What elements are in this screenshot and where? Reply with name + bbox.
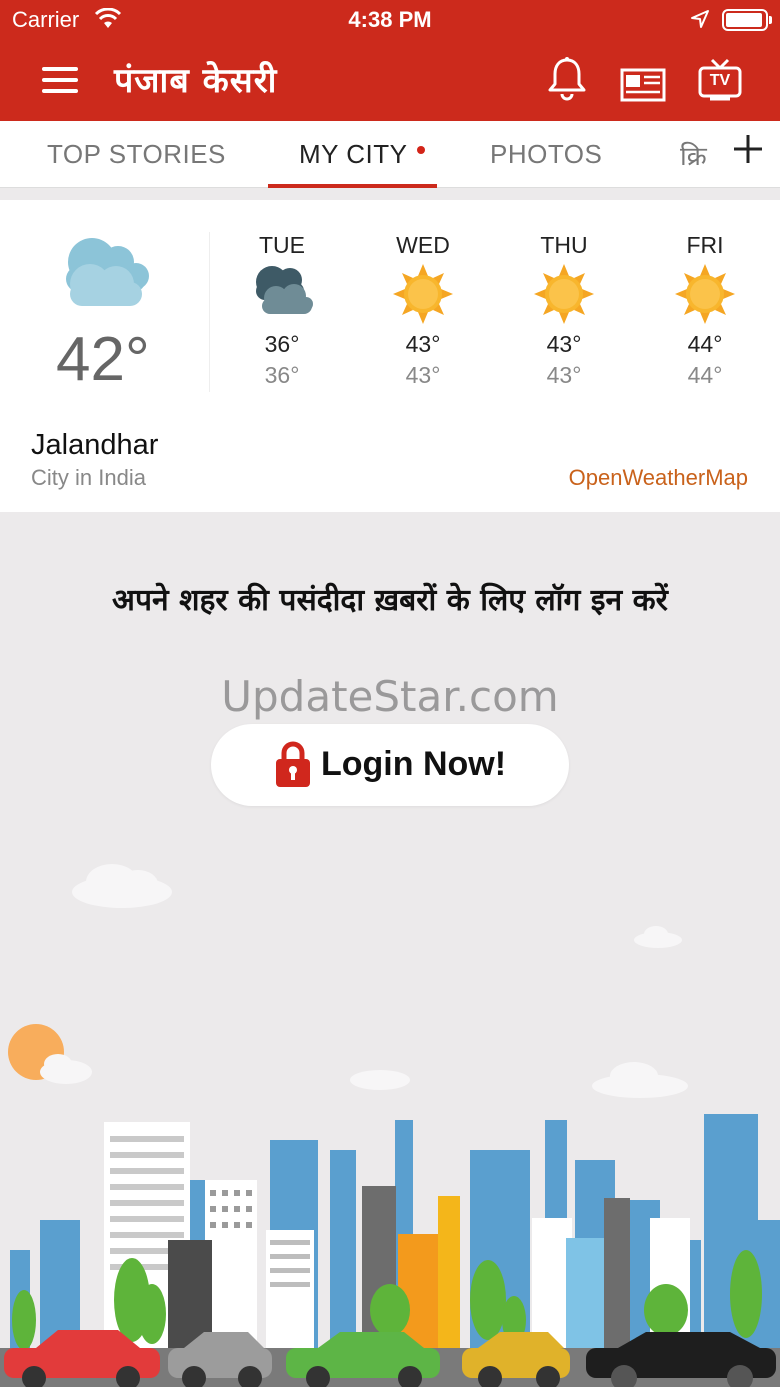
weather-card[interactable]: 42° TUE 36° 36° WED 43° 43° THU 43° 43° … [0,200,780,512]
tv-label: TV [709,72,731,89]
forecast-low: 43° [546,362,582,388]
forecast-day: THU 43° 43° [514,232,614,389]
forecast-day-name: TUE [259,232,305,258]
epaper-icon[interactable] [620,62,666,108]
tab-bar: TOP STORIES MY CITY PHOTOS क्रि [0,121,780,188]
bell-icon[interactable] [546,56,588,102]
new-dot-indicator [417,146,425,154]
sun-icon [675,264,735,324]
tab-cricket[interactable]: क्रि [680,137,714,173]
sun-icon [393,264,453,324]
forecast-low: 43° [405,362,441,388]
forecast-day-name: THU [540,232,588,258]
location-arrow-icon [691,10,709,28]
app-header: Carrier 4:38 PM पंजाब केसरी TV [0,0,780,121]
cloudy-icon [66,238,149,306]
login-button[interactable]: Login Now! [211,724,569,806]
forecast-high: 44° [687,331,723,357]
city-skyline-illustration [0,864,780,1387]
forecast-day: FRI 44° 44° [655,232,755,389]
lock-icon [276,741,310,787]
menu-icon[interactable] [42,67,78,93]
forecast-day-name: FRI [686,232,724,258]
watermark: UpdateStar.com [221,672,559,721]
current-temperature: 42° [56,325,150,394]
forecast-day-name: WED [396,232,450,258]
clock: 4:38 PM [348,7,432,32]
forecast-day: TUE 36° 36° [232,232,332,389]
forecast-high: 43° [546,331,582,357]
brand-logo: पंजाब केसरी [114,61,278,101]
forecast-day: WED 43° 43° [373,232,473,389]
add-tab-icon[interactable] [728,129,768,169]
active-tab-underline [268,184,437,188]
forecast-low: 44° [687,362,723,388]
dark-cloud-icon [256,266,313,314]
forecast-low: 36° [264,362,300,388]
city-subtitle: City in India [31,465,146,490]
sun-icon [534,264,594,324]
weather-divider [209,232,210,392]
forecast-high: 43° [405,331,441,357]
battery-tip [769,16,772,24]
tv-icon[interactable]: TV [698,58,742,102]
status-bar: Carrier 4:38 PM [0,0,780,40]
tab-top-stories[interactable]: TOP STORIES [47,139,226,170]
forecast-high: 36° [264,331,300,357]
city-name: Jalandhar [31,429,159,461]
tab-photos[interactable]: PHOTOS [490,139,602,170]
tab-my-city[interactable]: MY CITY [299,139,407,170]
login-button-label: Login Now! [321,745,507,783]
battery-icon [722,9,768,31]
weather-provider-link[interactable]: OpenWeatherMap [569,465,748,491]
login-prompt: अपने शहर की पसंदीदा ख़बरों के लिए लॉग इन… [112,583,668,618]
